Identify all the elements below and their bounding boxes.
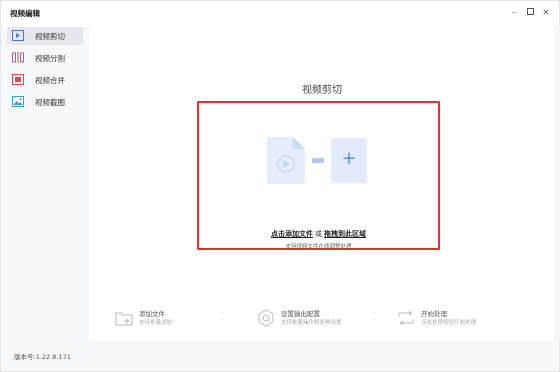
sidebar-item-video-merge[interactable]: 视频合并: [7, 71, 83, 89]
title-bar: 视频编辑 – ×: [1, 1, 559, 27]
app-window: 视频编辑 – × 视频剪切 视频分割 视频合并 视频截图 版本号:1.22.8.…: [0, 0, 560, 372]
merge-icon: [12, 74, 24, 85]
drop-zone-instruction: 点击添加文件或拖拽到此区域: [199, 229, 438, 239]
maximize-button[interactable]: [523, 6, 537, 20]
drop-zone-hint: 支持视频文件在线调整处理: [285, 244, 352, 250]
add-file-link[interactable]: 点击添加文件: [271, 230, 313, 238]
screenshot-icon: [12, 96, 24, 107]
maximize-icon: [526, 8, 534, 15]
main-panel: 视频剪切 + 点击添加文件或拖拽到此区域 支持视频文件在线调整处理 添加文件 支…: [89, 27, 555, 341]
sidebar-item-video-cut[interactable]: 视频剪切: [7, 27, 83, 45]
settings-icon: [258, 309, 274, 327]
sidebar-item-label: 视频截图: [35, 98, 65, 107]
file-drop-zone[interactable]: + 点击添加文件或拖拽到此区域 支持视频文件在线调整处理: [197, 101, 440, 250]
sidebar: 视频剪切 视频分割 视频合并 视频截图: [1, 27, 89, 371]
version-label: 版本号:1.22.8.171: [14, 353, 71, 361]
step-subtitle: 支持批量操作和各种设置: [281, 320, 342, 326]
scrollbar-track: [555, 27, 560, 341]
add-file-icon: [115, 312, 133, 326]
or-text: 或: [315, 230, 322, 238]
connector-icon: [312, 158, 324, 163]
clip-icon: [12, 30, 24, 41]
sidebar-item-video-screenshot[interactable]: 视频截图: [7, 93, 83, 111]
step-title: 添加文件: [139, 310, 165, 318]
split-icon: [12, 52, 24, 63]
step-subtitle: 点击处理按钮开始处理: [421, 320, 477, 326]
sidebar-item-label: 视频合并: [35, 76, 65, 85]
window-title: 视频编辑: [10, 9, 40, 18]
step-title: 开始处理: [421, 310, 447, 318]
sidebar-item-label: 视频剪切: [35, 32, 65, 41]
video-file-icon: [267, 137, 305, 184]
step-arrow-icon: ›: [373, 315, 376, 323]
close-button[interactable]: ×: [539, 6, 553, 20]
sidebar-item-label: 视频分割: [35, 54, 65, 63]
step-arrow-icon: ›: [221, 315, 224, 323]
step-subtitle: 支持批量添加: [139, 320, 173, 326]
minimize-button[interactable]: –: [507, 6, 521, 20]
add-file-plus-icon[interactable]: +: [331, 138, 367, 183]
page-title: 视频剪切: [302, 85, 342, 96]
process-icon: [398, 310, 414, 326]
step-title: 设置输出配置: [281, 310, 320, 318]
sidebar-item-video-split[interactable]: 视频分割: [7, 49, 83, 67]
drag-here-text: 拖拽到此区域: [324, 230, 366, 238]
